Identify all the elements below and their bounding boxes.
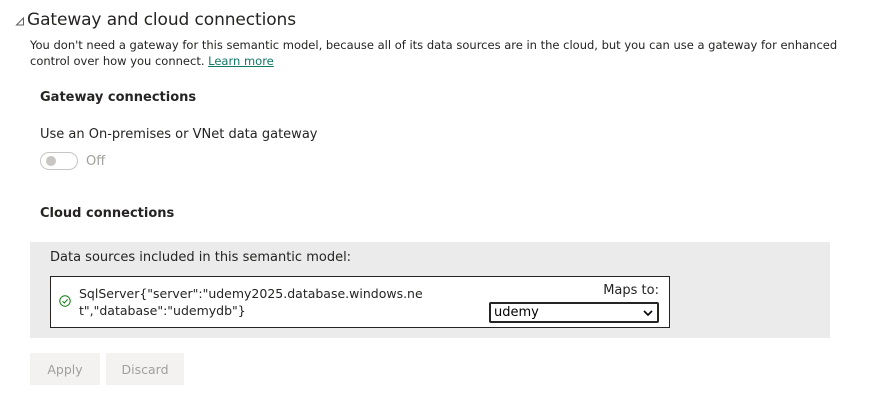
description-text: You don't need a gateway for this semant… — [30, 38, 838, 68]
section-title: Gateway and cloud connections — [27, 10, 296, 30]
data-source-name: SqlServer{"server":"udemy2025.database.w… — [79, 286, 423, 318]
section-header[interactable]: Gateway and cloud connections — [14, 10, 296, 30]
toggle-knob — [46, 156, 56, 166]
gateway-connections-heading: Gateway connections — [40, 90, 197, 105]
section-description: You don't need a gateway for this semant… — [30, 38, 850, 69]
maps-to-label: Maps to: — [603, 283, 659, 298]
collapse-triangle-icon[interactable] — [14, 15, 26, 27]
data-source-row: SqlServer{"server":"udemy2025.database.w… — [50, 276, 670, 328]
apply-button[interactable]: Apply — [30, 353, 100, 385]
maps-to-value: udemy — [494, 305, 539, 320]
maps-to-dropdown[interactable]: udemy — [489, 302, 659, 323]
toggle-state-text: Off — [86, 153, 106, 169]
gateway-toggle-label: Use an On-premises or VNet data gateway — [40, 127, 318, 142]
checkmark-circle-icon — [59, 295, 71, 307]
data-sources-label: Data sources included in this semantic m… — [50, 250, 352, 265]
learn-more-link[interactable]: Learn more — [208, 54, 274, 68]
cloud-connections-heading: Cloud connections — [40, 206, 175, 221]
discard-button[interactable]: Discard — [106, 353, 184, 385]
gateway-toggle[interactable] — [40, 152, 78, 170]
cloud-connections-panel: Data sources included in this semantic m… — [30, 242, 830, 338]
gateway-toggle-row: Off — [40, 152, 105, 170]
chevron-down-icon — [643, 309, 653, 316]
